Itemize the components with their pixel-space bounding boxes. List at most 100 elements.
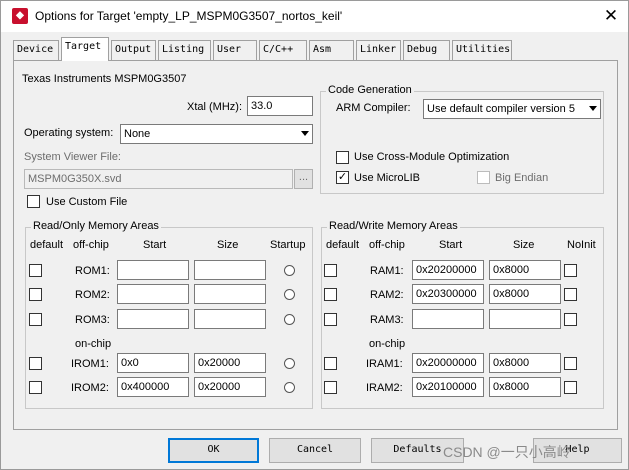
noinit-checkbox[interactable] [564,313,577,326]
ro-memory-default-checkbox[interactable] [29,264,42,277]
compiler-select-value: Use default compiler version 5 [427,103,575,115]
rw-header-start: Start [439,239,463,251]
tab-device[interactable]: Device [13,40,59,60]
compiler-label: ARM Compiler: [336,102,411,114]
startup-radio[interactable] [284,314,295,325]
rw-memory-start-input[interactable]: 0x20200000 [412,260,484,280]
os-label: Operating system: [24,127,114,139]
rw-memory-row-label: RAM2: [370,289,404,301]
ro-memory-default-checkbox[interactable] [29,288,42,301]
rw-header-offchip: off-chip [369,239,405,251]
ro-memory-row-label: ROM1: [75,265,110,277]
ro-memory-start-input[interactable]: 0x0 [117,353,189,373]
device-name: Texas Instruments MSPM0G3507 [22,73,187,85]
noinit-checkbox[interactable] [564,381,577,394]
custom-file-label: Use Custom File [46,196,128,208]
ro-memory-row-label: ROM2: [75,289,110,301]
ro-memory-size-input[interactable]: 0x20000 [194,353,266,373]
tab-listing[interactable]: Listing [158,40,211,60]
chevron-down-icon [589,106,597,111]
rw-memory-size-input[interactable]: 0x8000 [489,353,561,373]
ro-header-offchip: off-chip [73,239,109,251]
ro-memory-start-input[interactable] [117,309,189,329]
rw-header-size: Size [513,239,535,251]
rw-memory-row-label: RAM3: [370,314,404,326]
tab-c-c-[interactable]: C/C++ [259,40,307,60]
rw-memory-start-input[interactable]: 0x20100000 [412,377,484,397]
ro-memory-start-input[interactable] [117,260,189,280]
rw-memory-default-checkbox[interactable] [324,313,337,326]
svd-label: System Viewer File: [24,151,121,163]
csdn-watermark: CSDN @一只小高岭 [443,444,571,460]
ok-button[interactable]: OK [168,438,259,463]
big-endian-label: Big Endian [495,172,549,184]
tab-utilities[interactable]: Utilities [452,40,512,60]
cross-module-label: Use Cross-Module Optimization [354,151,510,163]
ro-memory-start-input[interactable]: 0x400000 [117,377,189,397]
ro-header-default: default [30,239,64,251]
close-icon[interactable]: ✕ [600,5,622,27]
rw-memory-default-checkbox[interactable] [324,264,337,277]
tab-debug[interactable]: Debug [403,40,450,60]
tab-user[interactable]: User [213,40,257,60]
ro-memory-row-label: IROM1: [71,358,109,370]
ro-memory-row-label: IROM2: [71,382,109,394]
ro-memory-default-checkbox[interactable] [29,357,42,370]
ro-onchip-label: on-chip [75,338,112,350]
tab-target[interactable]: Target [61,37,109,61]
svd-browse-button[interactable]: ... [294,169,313,189]
tab-linker[interactable]: Linker [356,40,401,60]
ro-memory-size-input[interactable] [194,309,266,329]
rw-memory-row-label: IRAM1: [366,358,403,370]
ro-memory-size-input[interactable]: 0x20000 [194,377,266,397]
noinit-checkbox[interactable] [564,264,577,277]
rw-memory-default-checkbox[interactable] [324,357,337,370]
options-dialog: ◆ Options for Target 'empty_LP_MSPM0G350… [0,0,629,470]
ro-header-size: Size [217,239,239,251]
cancel-button[interactable]: Cancel [269,438,361,463]
rw-memory-default-checkbox[interactable] [324,381,337,394]
target-tab-panel: Texas Instruments MSPM0G3507 Xtal (MHz):… [13,60,618,430]
ro-header-startup: Startup [270,239,306,251]
rw-memory-start-input[interactable] [412,309,484,329]
rw-memory-size-input[interactable] [489,309,561,329]
ro-memory-start-input[interactable] [117,284,189,304]
rw-memory-start-input[interactable]: 0x20300000 [412,284,484,304]
compiler-select[interactable]: Use default compiler version 5 [423,99,601,119]
xtal-label: Xtal (MHz): [187,101,242,113]
startup-radio[interactable] [284,358,295,369]
tab-asm[interactable]: Asm [309,40,354,60]
rw-memory-size-input[interactable]: 0x8000 [489,284,561,304]
rw-memory-title: Read/Write Memory Areas [327,220,460,232]
xtal-input[interactable]: 33.0 [247,96,313,116]
rw-memory-start-input[interactable]: 0x20000000 [412,353,484,373]
rw-memory-row-label: IRAM2: [366,382,403,394]
startup-radio[interactable] [284,265,295,276]
startup-radio[interactable] [284,289,295,300]
noinit-checkbox[interactable] [564,357,577,370]
microlib-label: Use MicroLIB [354,172,421,184]
startup-radio[interactable] [284,382,295,393]
ro-memory-size-input[interactable] [194,284,266,304]
rw-memory-row-label: RAM1: [370,265,404,277]
ro-memory-default-checkbox[interactable] [29,381,42,394]
custom-file-checkbox[interactable] [27,195,40,208]
code-generation-title: Code Generation [326,84,414,96]
rw-memory-size-input[interactable]: 0x8000 [489,377,561,397]
noinit-checkbox[interactable] [564,288,577,301]
ro-memory-default-checkbox[interactable] [29,313,42,326]
os-select[interactable]: None [120,124,313,144]
ro-memory-size-input[interactable] [194,260,266,280]
rw-header-noinit: NoInit [567,239,596,251]
tab-output[interactable]: Output [111,40,156,60]
chevron-down-icon [301,131,309,136]
cross-module-checkbox[interactable] [336,151,349,164]
svd-file-input[interactable]: MSPM0G350X.svd [24,169,293,189]
microlib-checkbox[interactable]: ✓ [336,171,349,184]
ro-header-start: Start [143,239,167,251]
big-endian-checkbox[interactable] [477,171,490,184]
rw-memory-default-checkbox[interactable] [324,288,337,301]
ro-memory-row-label: ROM3: [75,314,110,326]
rw-memory-size-input[interactable]: 0x8000 [489,260,561,280]
title-bar: ◆ Options for Target 'empty_LP_MSPM0G350… [1,1,628,32]
